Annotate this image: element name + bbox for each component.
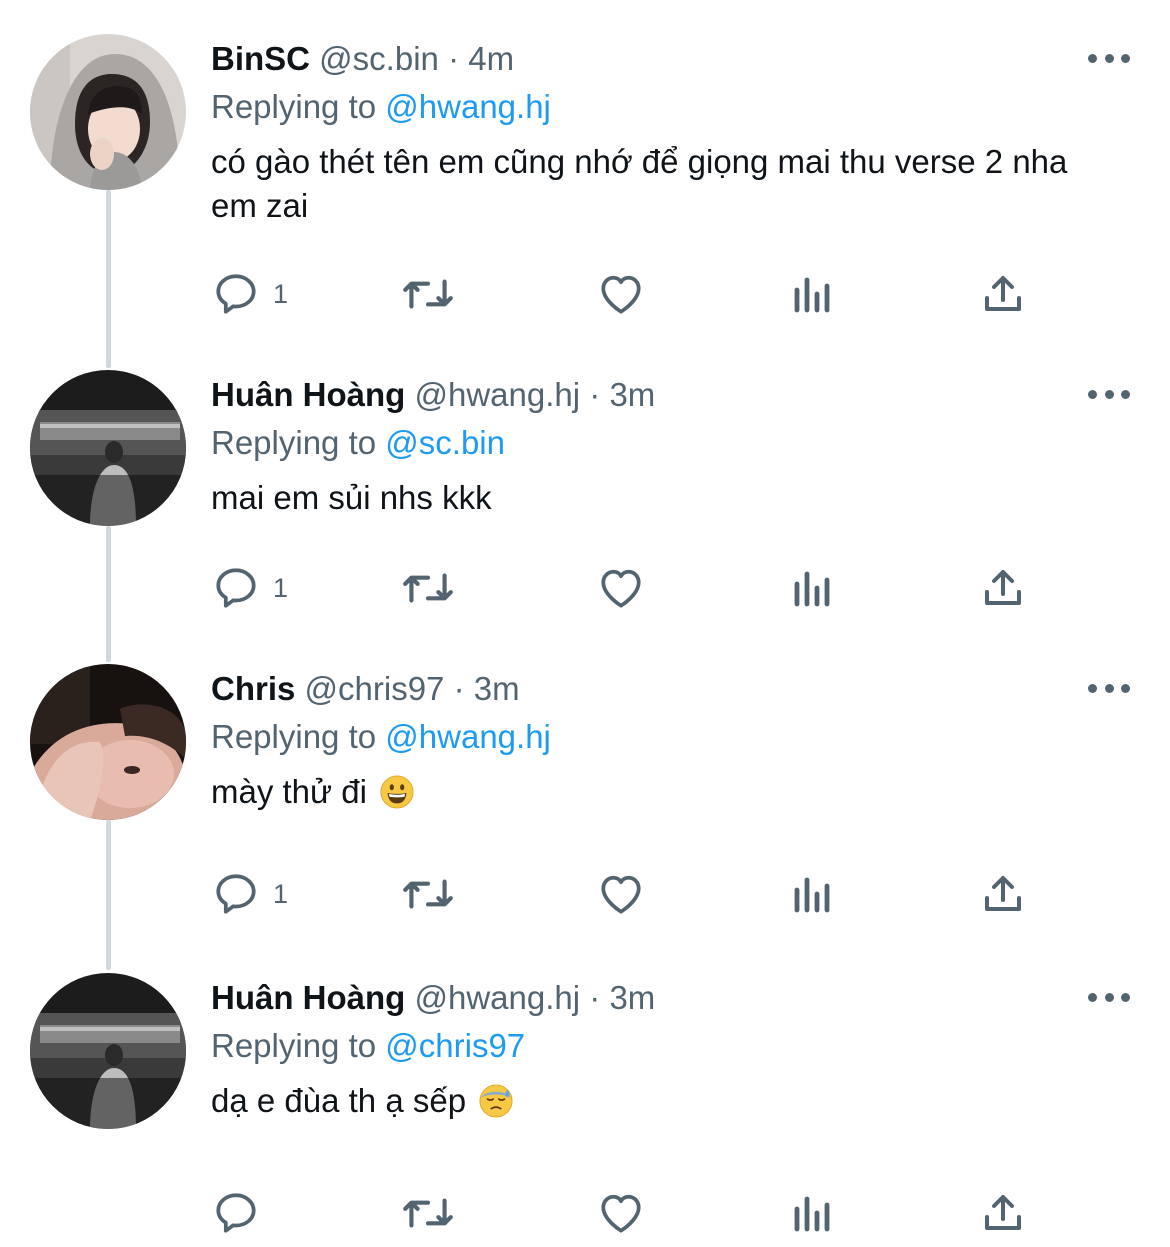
replying-to-label: Replying to [211,1027,377,1064]
tweet-header: Huân Hoàng @hwang.hj · 3m [211,370,655,420]
like-button[interactable] [596,864,646,924]
reply-button[interactable]: 1 [211,264,288,324]
views-button[interactable] [791,864,835,924]
display-name[interactable]: Chris [211,670,295,707]
display-name[interactable]: Huân Hoàng [211,979,405,1016]
replying-to-handle[interactable]: @chris97 [385,1027,525,1064]
replying-to-handle[interactable]: @sc.bin [385,424,505,461]
separator-dot: · [448,40,460,77]
retweet-button[interactable] [399,864,457,924]
share-button[interactable] [979,558,1027,618]
replying-to-handle[interactable]: @hwang.hj [385,88,551,125]
tweet-text: dạ e đùa th ạ sếp [211,1082,467,1119]
tweet-header: Chris @chris97 · 3m [211,664,520,714]
like-icon [601,275,641,314]
tweet-text-container: mày thử đi [211,770,1111,814]
separator-dot: · [589,979,601,1016]
reply-button[interactable]: 1 [211,864,288,924]
reply-icon [216,568,256,608]
action-bar: 1 [211,864,1071,924]
retweet-icon [403,879,453,909]
timestamp[interactable]: 4m [468,40,514,77]
grinning-face-emoji [380,775,414,809]
tweet-header: Huân Hoàng @hwang.hj · 3m [211,973,655,1023]
replying-to-handle[interactable]: @hwang.hj [385,718,551,755]
tweet[interactable]: BinSC @sc.bin · 4m Replying to @hwang.hj… [0,34,1170,364]
views-icon [794,277,830,313]
share-icon [985,1195,1021,1230]
timestamp[interactable]: 3m [609,376,655,413]
avatar[interactable] [30,370,186,526]
like-icon [601,1194,641,1233]
tweet-text: có gào thét tên em cũng nhớ để giọng mai… [211,143,1068,224]
avatar[interactable] [30,34,186,190]
display-name[interactable]: Huân Hoàng [211,376,405,413]
views-button[interactable] [791,264,835,324]
like-button[interactable] [596,558,646,618]
action-bar: 1 [211,558,1071,618]
views-button[interactable] [791,558,835,618]
replying-to: Replying to @sc.bin [211,418,505,468]
retweet-button[interactable] [399,264,457,324]
like-button[interactable] [596,1183,646,1243]
like-icon [601,569,641,608]
reply-icon [216,874,256,914]
share-icon [985,570,1021,605]
replying-to-label: Replying to [211,718,377,755]
display-name[interactable]: BinSC [211,40,310,77]
tweet[interactable]: Huân Hoàng @hwang.hj · 3m Replying to @s… [0,370,1170,660]
retweet-icon [403,573,453,603]
share-icon [985,876,1021,911]
share-button[interactable] [979,864,1027,924]
share-icon [985,276,1021,311]
views-icon [794,1196,830,1232]
replying-to: Replying to @hwang.hj [211,82,551,132]
avatar[interactable] [30,973,186,1129]
reply-count: 1 [273,572,289,603]
tweet[interactable]: Chris @chris97 · 3m Replying to @hwang.h… [0,664,1170,964]
tweet-text: mày thử đi [211,773,367,810]
avatar[interactable] [30,664,186,820]
more-icon[interactable] [1088,48,1130,68]
more-icon[interactable] [1088,384,1130,404]
tweet-text-container: dạ e đùa th ạ sếp [211,1079,1111,1123]
reply-count: 1 [273,278,289,309]
share-button[interactable] [979,1183,1027,1243]
views-icon [794,877,830,913]
replying-to-label: Replying to [211,88,377,125]
retweet-icon [403,279,453,309]
user-handle[interactable]: @chris97 [305,670,445,707]
replying-to: Replying to @hwang.hj [211,712,551,762]
views-button[interactable] [791,1183,835,1243]
user-handle[interactable]: @sc.bin [319,40,439,77]
separator-dot: · [589,376,601,413]
action-bar: 1 [211,264,1071,324]
share-button[interactable] [979,264,1027,324]
reply-button[interactable]: 1 [211,558,288,618]
tweet-text: mai em sủi nhs kkk [211,479,492,516]
tweet[interactable]: Huân Hoàng @hwang.hj · 3m Replying to @c… [0,973,1170,1247]
like-button[interactable] [596,264,646,324]
reply-count: 1 [273,878,289,909]
reply-icon [216,1193,256,1233]
like-icon [601,875,641,914]
reply-button[interactable] [211,1183,273,1243]
retweet-icon [403,1198,453,1228]
retweet-button[interactable] [399,558,457,618]
downcast-face-with-sweat-emoji [479,1084,513,1118]
user-handle[interactable]: @hwang.hj [415,376,581,413]
replying-to-label: Replying to [211,424,377,461]
views-icon [794,571,830,607]
more-icon[interactable] [1088,987,1130,1007]
separator-dot: · [453,670,465,707]
action-bar [211,1183,1071,1243]
more-icon[interactable] [1088,678,1130,698]
timestamp[interactable]: 3m [609,979,655,1016]
timestamp[interactable]: 3m [474,670,520,707]
reply-icon [216,274,256,314]
replying-to: Replying to @chris97 [211,1021,525,1071]
tweet-header: BinSC @sc.bin · 4m [211,34,514,84]
retweet-button[interactable] [399,1183,457,1243]
user-handle[interactable]: @hwang.hj [415,979,581,1016]
